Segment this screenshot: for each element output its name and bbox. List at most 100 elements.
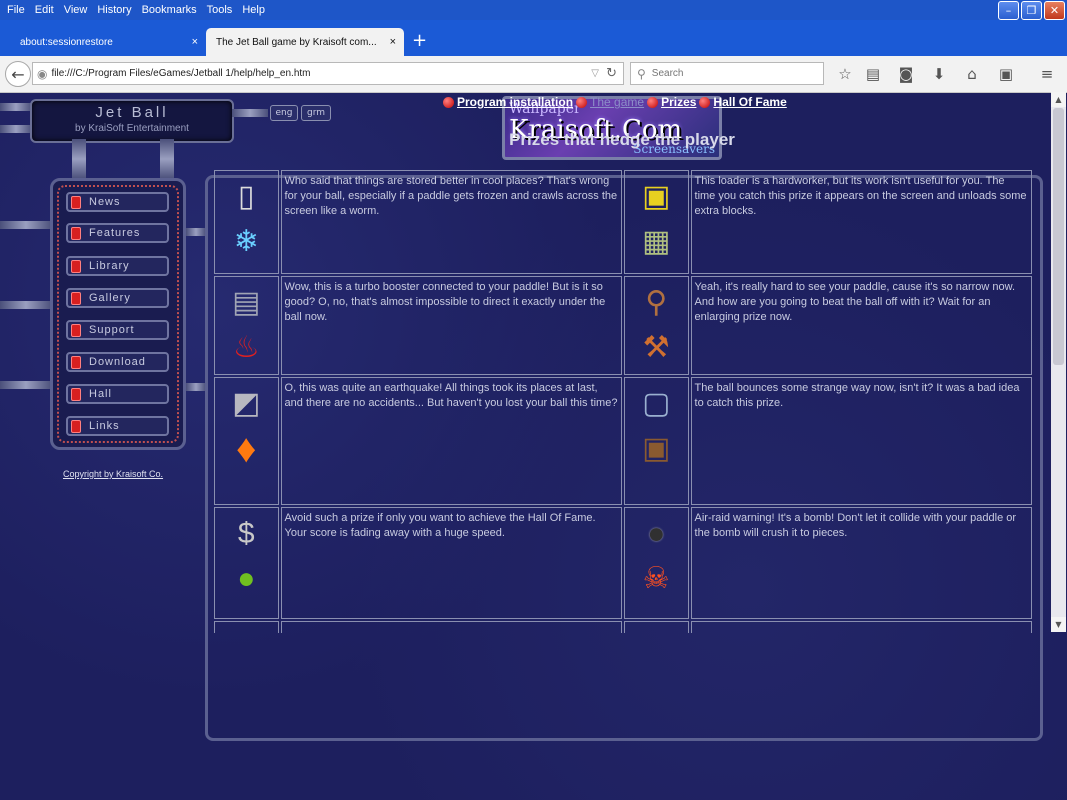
led-icon — [71, 291, 81, 305]
nav-label: Gallery — [89, 292, 131, 304]
prize-icons-cell: $ ● — [214, 507, 279, 619]
page-heading: Prizes that hedge the player — [509, 130, 735, 149]
frame-icon: ◩ — [232, 387, 261, 420]
menu-view[interactable]: View — [64, 4, 88, 16]
download-icon[interactable]: ⬇ — [929, 64, 949, 84]
site-nav: News Features Library Gallery Support Do… — [50, 178, 186, 450]
globe-icon: ◉ — [37, 66, 48, 81]
vertical-scrollbar[interactable]: ▲ ▼ — [1051, 92, 1066, 632]
pocket-icon[interactable]: ◙ — [896, 64, 916, 84]
nav-label: Features — [89, 227, 141, 239]
nav-news[interactable]: News — [66, 192, 169, 212]
prize-description: O, this was quite an earthquake! All thi… — [280, 377, 622, 505]
restore-button[interactable]: ❐ — [1021, 1, 1042, 20]
nav-label: Hall — [89, 388, 112, 400]
close-tab-icon[interactable]: × — [192, 36, 198, 48]
apple-icon: ● — [237, 562, 256, 595]
close-tab-icon[interactable]: × — [390, 36, 396, 48]
window-controls: – ❐ ✕ — [998, 1, 1065, 20]
prize-description — [280, 621, 622, 633]
tab-session-restore[interactable]: about:sessionrestore × — [0, 28, 206, 56]
search-icon: ⚲ — [637, 66, 646, 81]
menu-history[interactable]: History — [97, 4, 131, 16]
table-row: $ ● Avoid such a prize if only you want … — [214, 507, 1032, 619]
nav-label: Download — [89, 356, 146, 368]
section-links: Program installation The game Prizes Hal… — [440, 95, 787, 109]
scroll-up-icon[interactable]: ▲ — [1051, 92, 1066, 107]
jet-ball-logo[interactable]: Jet Ball by KraiSoft Entertainment — [30, 99, 234, 143]
url-bar[interactable]: ◉ file:///C:/Program Files/eGames/Jetbal… — [32, 62, 624, 85]
prize-description: The ball bounces some strange way now, i… — [690, 377, 1032, 505]
prize-description: Avoid such a prize if only you want to a… — [280, 507, 622, 619]
link-prizes[interactable]: Prizes — [661, 95, 696, 109]
table-row: ◩ ♦ O, this was quite an earthquake! All… — [214, 377, 1032, 505]
box-ball-icon: ▢ — [642, 387, 671, 420]
star-icon[interactable]: ☆ — [835, 64, 855, 84]
nav-label: Support — [89, 324, 135, 336]
link-hall-of-fame[interactable]: Hall Of Fame — [713, 95, 786, 109]
prize-description: Wow, this is a turbo booster connected t… — [280, 276, 622, 375]
fridge-icon: ▯ — [238, 180, 255, 213]
lang-grm-button[interactable]: grm — [301, 105, 331, 121]
dollar-coin-icon: $ — [237, 517, 255, 550]
nav-support[interactable]: Support — [66, 320, 169, 340]
search-bar[interactable]: ⚲ — [630, 62, 824, 85]
nav-gallery[interactable]: Gallery — [66, 288, 169, 308]
reload-icon[interactable]: ↻ — [606, 66, 617, 81]
table-row — [214, 621, 1032, 633]
prize-icons-cell: ▯ ❄ — [214, 170, 279, 274]
chili-icon: ♨ — [232, 331, 260, 364]
bullet-icon — [699, 96, 711, 108]
back-arrow-icon: ← — [11, 64, 25, 84]
loader-icon: ▣ — [642, 180, 671, 213]
axe-icon: ⚒ — [642, 331, 670, 364]
prize-description: Who said that things are stored better i… — [280, 170, 622, 274]
search-input[interactable] — [649, 67, 814, 80]
nav-download[interactable]: Download — [66, 352, 169, 372]
navigation-toolbar: ← ◉ file:///C:/Program Files/eGames/Jetb… — [0, 56, 1067, 93]
dropdown-icon[interactable]: ▽ — [591, 68, 599, 79]
nav-library[interactable]: Library — [66, 256, 169, 276]
menu-bookmarks[interactable]: Bookmarks — [142, 4, 197, 16]
new-tab-button[interactable]: + — [412, 30, 427, 51]
home-icon[interactable]: ⌂ — [962, 64, 982, 84]
table-row: ▯ ❄ Who said that things are stored bett… — [214, 170, 1032, 274]
scroll-down-icon[interactable]: ▼ — [1051, 617, 1066, 632]
nav-label: Library — [89, 260, 130, 272]
led-icon — [71, 259, 81, 273]
nav-hall[interactable]: Hall — [66, 384, 169, 404]
menu-tools[interactable]: Tools — [207, 4, 233, 16]
back-button[interactable]: ← — [5, 61, 31, 87]
bullet-icon — [443, 96, 454, 108]
prize-icons-cell — [623, 621, 689, 633]
led-icon — [71, 195, 81, 209]
prize-icons-cell — [214, 621, 279, 633]
link-program-installation[interactable]: Program installation — [457, 95, 573, 109]
prize-icons-cell: ▣ ▦ — [623, 170, 689, 274]
prize-description: Yeah, it's really hard to see your paddl… — [690, 276, 1032, 375]
close-button[interactable]: ✕ — [1044, 1, 1065, 20]
minimize-button[interactable]: – — [998, 1, 1019, 20]
lang-eng-button[interactable]: eng — [270, 105, 298, 121]
skull-explosion-icon: ☠ — [642, 562, 670, 595]
tab-jet-ball[interactable]: The Jet Ball game by Kraisoft com... × — [206, 28, 404, 56]
sync-icon[interactable]: ▣ — [996, 64, 1016, 84]
prize-icons-cell: ▢ ▣ — [623, 377, 689, 505]
link-the-game[interactable]: The game — [590, 95, 644, 109]
scroll-thumb[interactable] — [1053, 108, 1064, 365]
prize-description: Air-raid warning! It's a bomb! Don't let… — [690, 507, 1032, 619]
menu-help[interactable]: Help — [242, 4, 265, 16]
menu-file[interactable]: File — [7, 4, 25, 16]
nav-links[interactable]: Links — [66, 416, 169, 436]
reading-list-icon[interactable]: ▤ — [863, 64, 883, 84]
tab-label: about:sessionrestore — [20, 36, 113, 48]
led-icon — [71, 419, 81, 433]
nav-label: News — [89, 196, 121, 208]
menu-bar: File Edit View History Bookmarks Tools H… — [0, 0, 1067, 20]
copyright-link[interactable]: Copyright by Kraisoft Co. — [63, 469, 163, 479]
menu-edit[interactable]: Edit — [35, 4, 54, 16]
nav-features[interactable]: Features — [66, 223, 169, 243]
bomb-icon: ● — [647, 517, 666, 550]
ice-icon: ❄ — [233, 225, 259, 258]
menu-icon[interactable]: ≡ — [1037, 64, 1057, 84]
